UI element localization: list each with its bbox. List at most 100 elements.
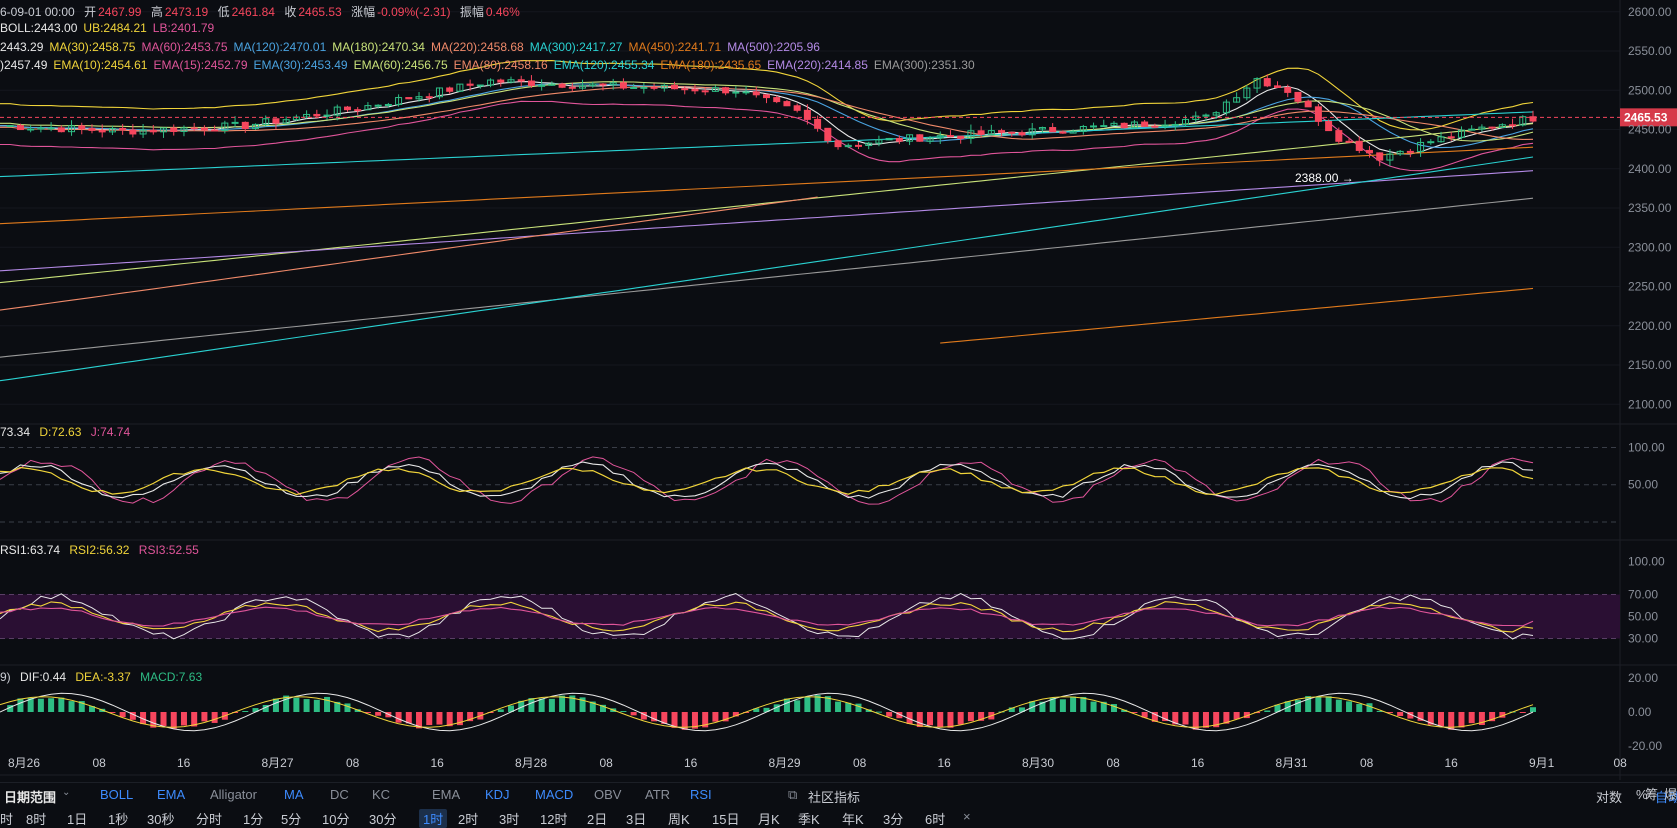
price-tick-label: 2350.00 xyxy=(1628,201,1672,215)
macd-hist-bar xyxy=(937,712,944,727)
time-tick-label: 16 xyxy=(684,756,698,770)
main-indicator-kc[interactable]: KC xyxy=(372,787,390,802)
macd-hist-bar xyxy=(1335,699,1342,712)
ma_line-item: 2443.29 xyxy=(0,40,44,54)
main-indicator-boll[interactable]: BOLL xyxy=(100,787,133,802)
macd-hist-bar xyxy=(528,698,535,712)
interval-option[interactable]: 季K xyxy=(798,809,820,828)
date-range-button[interactable]: 日期范围 xyxy=(4,787,56,806)
time-tick-label: 08 xyxy=(346,756,360,770)
rsi3-value: RSI3:52.55 xyxy=(138,543,199,557)
macd-hist-bar xyxy=(426,712,433,726)
macd-hist-bar xyxy=(1346,701,1353,712)
sub-indicator-macd[interactable]: MACD xyxy=(535,787,573,802)
right-edge-tool[interactable]: 筹 xyxy=(1645,787,1658,802)
price-tick-label: 2300.00 xyxy=(1628,240,1672,254)
sub-indicator-ema[interactable]: EMA xyxy=(432,787,460,802)
interval-option[interactable]: 时 xyxy=(0,809,13,828)
external-link-icon[interactable]: ⧉ xyxy=(788,787,797,803)
macd-hist-bar xyxy=(1530,707,1536,712)
macd-hist-bar xyxy=(17,698,24,712)
ema_line-item: EMA(10):2454.61 xyxy=(53,58,148,72)
ma_line-item: MA(220):2458.68 xyxy=(430,40,524,54)
interval-option[interactable]: 月K xyxy=(758,809,780,828)
macd-hist-bar xyxy=(1059,699,1066,712)
community-indicators-button[interactable]: 社区指标 xyxy=(808,787,860,806)
interval-option[interactable]: 1秒 xyxy=(108,809,128,828)
time-tick-label: 16 xyxy=(1445,756,1459,770)
interval-option[interactable]: 5分 xyxy=(281,809,301,828)
interval-option[interactable]: 15日 xyxy=(712,809,739,828)
macd-hist-bar xyxy=(1070,696,1077,712)
time-tick-label: 08 xyxy=(1360,756,1374,770)
chevron-down-icon[interactable]: ⌄ xyxy=(62,787,70,798)
interval-option[interactable]: 3日 xyxy=(626,809,646,828)
macd-hist-bar xyxy=(48,698,55,712)
macd-legend: 9) DIF:0.44 DEA:-3.37 MACD:7.63 xyxy=(0,670,208,684)
interval-option[interactable]: 年K xyxy=(842,809,864,828)
interval-option[interactable]: 1分 xyxy=(243,809,263,828)
interval-option[interactable]: 12时 xyxy=(540,809,567,828)
sub-indicator-atr[interactable]: ATR xyxy=(645,787,670,802)
ema_line-item: EMA(80):2458.16 xyxy=(453,58,548,72)
right-edge-tool[interactable]: 爆 xyxy=(1664,787,1677,802)
macd-hist-bar xyxy=(58,697,65,712)
interval-option[interactable]: 1日 xyxy=(67,809,87,828)
macd-hist-bar xyxy=(1366,703,1373,712)
main-indicator-alligator[interactable]: Alligator xyxy=(210,787,257,802)
macd-hist-bar xyxy=(783,698,790,712)
interval-option[interactable]: 10分 xyxy=(322,809,349,828)
rsi-axis-label: 50.00 xyxy=(1628,610,1658,624)
sub-indicator-obv[interactable]: OBV xyxy=(594,787,621,802)
interval-option[interactable]: 3分 xyxy=(883,809,903,828)
candle xyxy=(885,137,893,141)
main-indicator-dc[interactable]: DC xyxy=(330,787,349,802)
interval-option[interactable]: 8时 xyxy=(26,809,46,828)
macd-hist-bar xyxy=(855,703,862,712)
interval-option[interactable]: 周K xyxy=(668,809,690,828)
macd-hist-bar xyxy=(211,712,218,723)
time-tick-label: 16 xyxy=(431,756,445,770)
close-label: 收 xyxy=(284,5,297,19)
time-tick-label: 8月27 xyxy=(262,756,294,770)
interval-option[interactable]: 30秒 xyxy=(147,809,174,828)
macd-hist-bar xyxy=(1397,712,1404,717)
macd-hist-bar xyxy=(875,711,882,713)
interval-option[interactable]: 2日 xyxy=(587,809,607,828)
sub-indicator-kdj[interactable]: KDJ xyxy=(485,787,510,802)
sub-indicator-rsi[interactable]: RSI xyxy=(690,787,712,802)
kdj-k-value: 73.34 xyxy=(0,425,31,439)
candle xyxy=(916,134,924,142)
macd-hist-bar xyxy=(1182,712,1189,725)
boll_line-item: BOLL:2443.00 xyxy=(0,21,78,35)
macd-hist-bar xyxy=(548,698,555,712)
macd-hist-bar xyxy=(68,701,75,712)
price-tick-label: 2150.00 xyxy=(1628,358,1672,372)
interval-option[interactable]: 3时 xyxy=(499,809,519,828)
interval-active[interactable]: 1时 xyxy=(419,809,448,828)
macd-hist-bar xyxy=(180,712,187,726)
chart-canvas[interactable]: 100.00 50.00 100.00 70.00 50.00 30.00 20.00 0.0… xyxy=(0,0,1677,828)
macd-hist-bar xyxy=(344,703,351,712)
ema_line-item: )2457.49 xyxy=(0,58,48,72)
close-icon[interactable]: × xyxy=(963,809,971,824)
time-tick-label: 8月31 xyxy=(1276,756,1308,770)
macd-dea-value: DEA:-3.37 xyxy=(75,670,131,684)
interval-option[interactable]: 6时 xyxy=(925,809,945,828)
main-indicator-ema[interactable]: EMA xyxy=(157,787,185,802)
macd-hist-bar xyxy=(794,700,801,712)
price-tick-label: 2400.00 xyxy=(1628,162,1672,176)
macd-hist-bar xyxy=(630,712,637,716)
macd-hist-bar xyxy=(1519,712,1526,713)
interval-option[interactable]: 分时 xyxy=(196,809,222,828)
log-scale-toggle[interactable]: 对数 xyxy=(1596,787,1622,806)
interval-option[interactable]: 30分 xyxy=(369,809,396,828)
main-indicator-ma[interactable]: MA xyxy=(284,787,304,802)
ma_line-item: MA(300):2417.27 xyxy=(529,40,623,54)
candle xyxy=(405,97,413,100)
interval-option[interactable]: 2时 xyxy=(458,809,478,828)
right-edge-tools: 筹爆 xyxy=(1645,784,1677,803)
candle xyxy=(1325,119,1333,132)
macd-hist-bar xyxy=(1090,701,1097,712)
time-tick-label: 16 xyxy=(938,756,952,770)
